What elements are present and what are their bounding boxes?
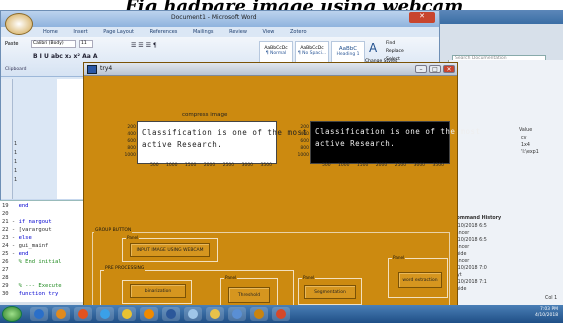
change-styles-icon[interactable]: A [369,41,377,55]
tab-review[interactable]: Review [229,29,247,35]
history-item[interactable]: 4/10/2018 6:5 [453,238,487,243]
command-history-title: Command History [453,216,502,221]
code-line: 27 [2,267,9,273]
figure-taskbar-icon[interactable] [250,307,268,321]
word-titlebar: Document1 - Microsoft Word ✕ [1,11,439,27]
panel-label: Panel [302,275,316,280]
chrome-icon[interactable] [118,307,136,321]
workspace-value: 'I:\exp1 [521,150,539,155]
tab-zotero[interactable]: Zotero [290,29,307,35]
handwritten-text-line: active Research. [315,139,396,148]
matlab-figure-icon [87,65,97,74]
paste-button[interactable]: Paste [5,41,19,47]
tab-home[interactable]: Home [43,29,58,35]
history-item[interactable]: 4/10/2018 6:5 [453,224,487,229]
segmentation-button[interactable]: Segmentation [304,285,356,299]
app-icon[interactable] [228,307,246,321]
panel-label: Panel [224,275,238,280]
code-line: 23 - else [2,235,32,241]
workspace-value-header: Value [519,128,533,133]
minimize-button[interactable]: – [415,65,427,73]
tab-mailings[interactable]: Mailings [193,29,214,35]
matlab-editor[interactable]: 19 end 20 21 - if nargout 22 - [varargou… [0,200,90,302]
col-indicator: Col 1 [545,296,558,301]
code-line: 30 function try [2,291,59,297]
input-image-webcam-button[interactable]: INPUT IMAGE USING WEBCAM [130,243,210,257]
font-name-select[interactable]: Calibri (Body) [31,40,76,48]
word-taskbar-icon[interactable] [162,307,180,321]
panel-label: Panel [392,255,406,260]
x-tick-labels: 500 1000 1500 2000 2500 3000 3500 [322,163,444,168]
code-line: 25 - end [2,251,29,257]
history-item[interactable]: 4/10/2018 7:1 [453,280,487,285]
history-item[interactable]: 4/10/2018 7:0 [453,266,487,271]
code-line: 21 - if nargout [2,219,52,225]
clock[interactable]: 7:03 PM 4/10/2018 [535,307,558,319]
original-image-axes: Classification is one of the most active… [137,121,307,164]
code-line: 22 - [varargout [2,227,52,233]
maximize-button[interactable]: □ [429,65,441,73]
handwritten-text-line: active Research. [142,140,223,149]
tab-page-layout[interactable]: Page Layout [103,29,134,35]
panel-label: Panel [126,235,140,240]
format-toolbar[interactable]: B I U abc x₂ x² Aa A [33,53,98,60]
paragraph-toolbar[interactable]: ☰ ☰ ☰ ¶ [131,42,157,49]
group-button-label: GROUP BUTTON [94,228,133,233]
media-player-icon[interactable] [52,307,70,321]
matlab-taskbar-icon[interactable] [272,307,290,321]
word-extraction-button[interactable]: word extraction [398,272,442,288]
compress-image-label: compress image [182,112,228,118]
ie-icon[interactable] [96,307,114,321]
firefox-icon[interactable] [74,307,92,321]
code-line: 20 [2,211,9,217]
replace-button[interactable]: Replace [386,49,404,54]
word-close-button[interactable]: ✕ [409,12,435,23]
close-button[interactable]: ✕ [443,65,455,73]
workspace-value: cv [521,136,527,141]
workspace-panel: Value cv 1x4 'I:\exp1 Command History 4/… [448,60,563,305]
font-size-select[interactable]: 11 [79,40,93,48]
notepad-icon[interactable] [184,307,202,321]
code-line: 29 % --- Execute [2,283,62,289]
start-button[interactable] [2,306,22,322]
code-line: 26 % End initial [2,259,62,265]
editor-gutter-marks: 11111 [14,141,18,183]
code-line: 19 end [2,203,29,209]
tab-insert[interactable]: Insert [73,29,87,35]
y-tick-labels: 200 400 600 800 1000 [297,125,309,158]
x-tick-labels: 500 1000 1500 2000 2500 3000 3500 [150,163,272,168]
vlc-icon[interactable] [140,307,158,321]
figure-title: try4 [100,65,113,72]
handwritten-text-line: Classification is one of the most [315,127,481,136]
office-button[interactable] [5,13,33,35]
binarization-button[interactable]: binarization [130,284,186,298]
workspace-value: 1x4 [521,143,530,148]
vertical-ruler [1,79,13,199]
threshold-button[interactable]: Threshold [228,287,270,303]
preprocessing-label: PRE PROCESSING [104,266,146,271]
clipboard-group-label: Clipboard [5,67,27,72]
explorer-icon[interactable] [30,307,48,321]
figure-titlebar: try4 – □ ✕ [84,63,457,76]
code-line: 28 [2,275,9,281]
word-ribbon-tabs: Home Insert Page Layout References Maili… [43,29,321,35]
folder-icon[interactable] [206,307,224,321]
y-tick-labels: 200 400 600 800 1000 [124,125,136,158]
tab-view[interactable]: View [263,29,275,35]
code-line: 24 - gui_mainf [2,243,49,249]
tab-references[interactable]: References [150,29,178,35]
word-window-title: Document1 - Microsoft Word [171,14,257,21]
find-button[interactable]: Find [386,41,395,46]
handwritten-text-line: Classification is one of the most [142,128,308,137]
compressed-image-axes: Classification is one of the most active… [310,121,480,164]
